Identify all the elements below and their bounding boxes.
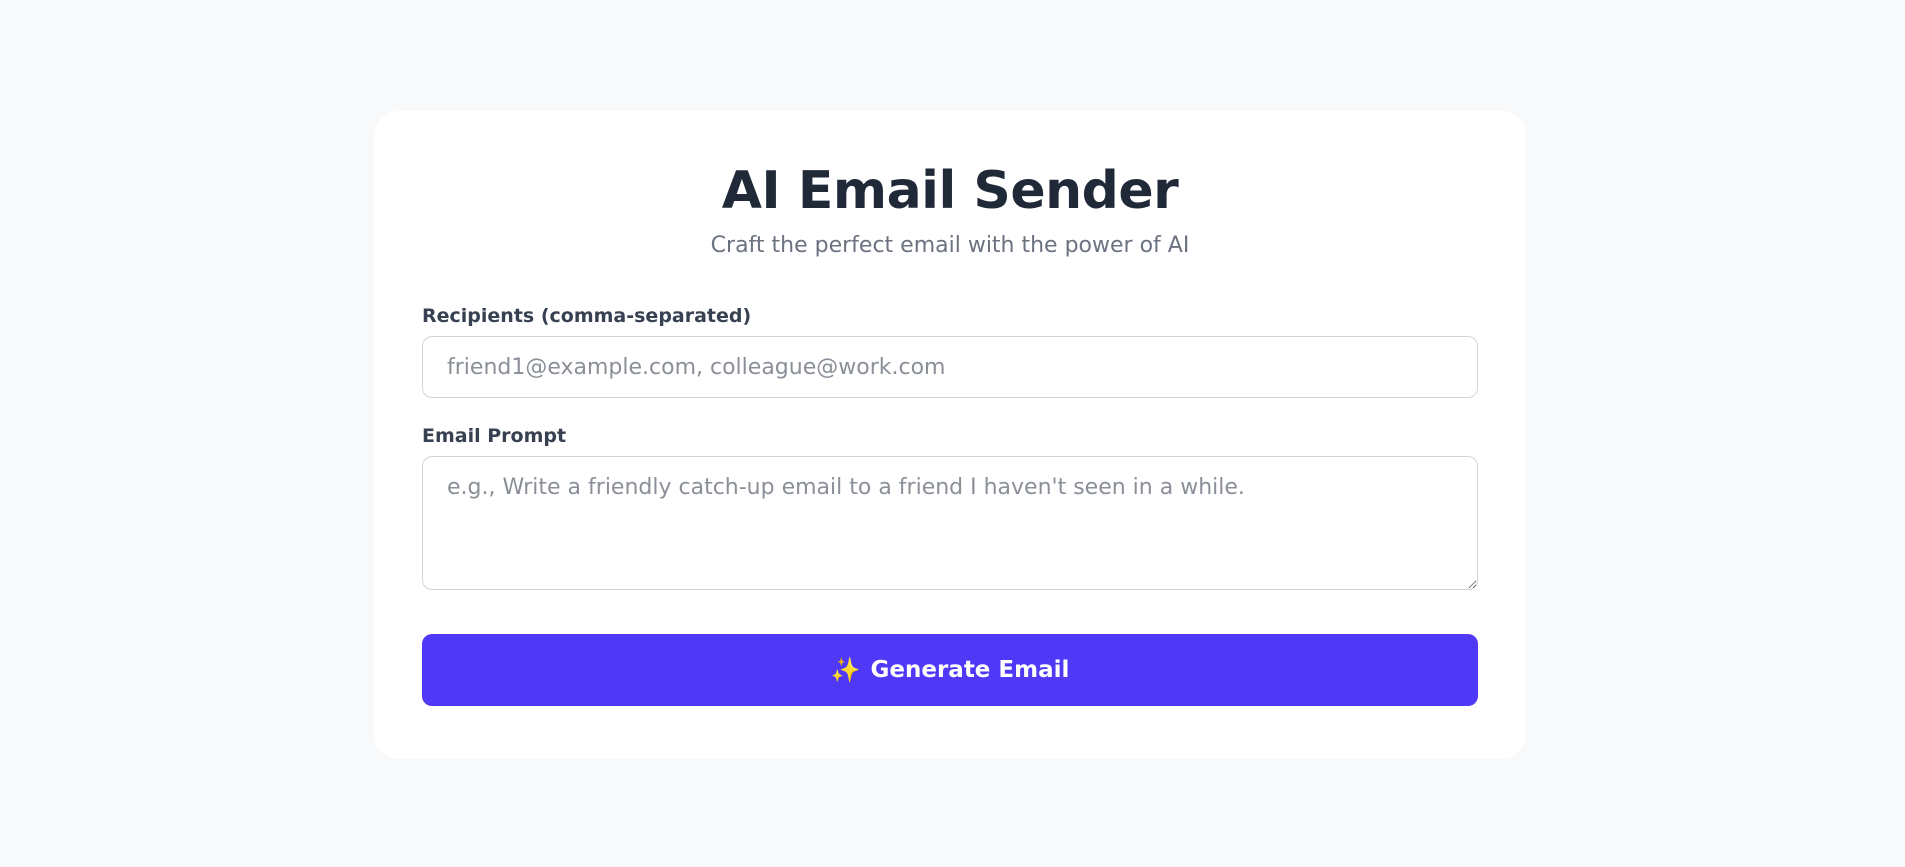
recipients-input[interactable] [422, 336, 1478, 398]
generate-email-button[interactable]: ✨ Generate Email [422, 634, 1478, 706]
email-generator-card: AI Email Sender Craft the perfect email … [374, 111, 1526, 759]
recipients-label: Recipients (comma-separated) [422, 305, 752, 327]
page-subtitle: Craft the perfect email with the power o… [710, 233, 1190, 258]
sparkles-icon: ✨ [830, 656, 861, 684]
email-prompt-label: Email Prompt [422, 425, 567, 447]
generate-email-button-label: Generate Email [870, 657, 1070, 683]
email-prompt-textarea[interactable] [422, 456, 1478, 590]
page-title: AI Email Sender [721, 161, 1179, 221]
